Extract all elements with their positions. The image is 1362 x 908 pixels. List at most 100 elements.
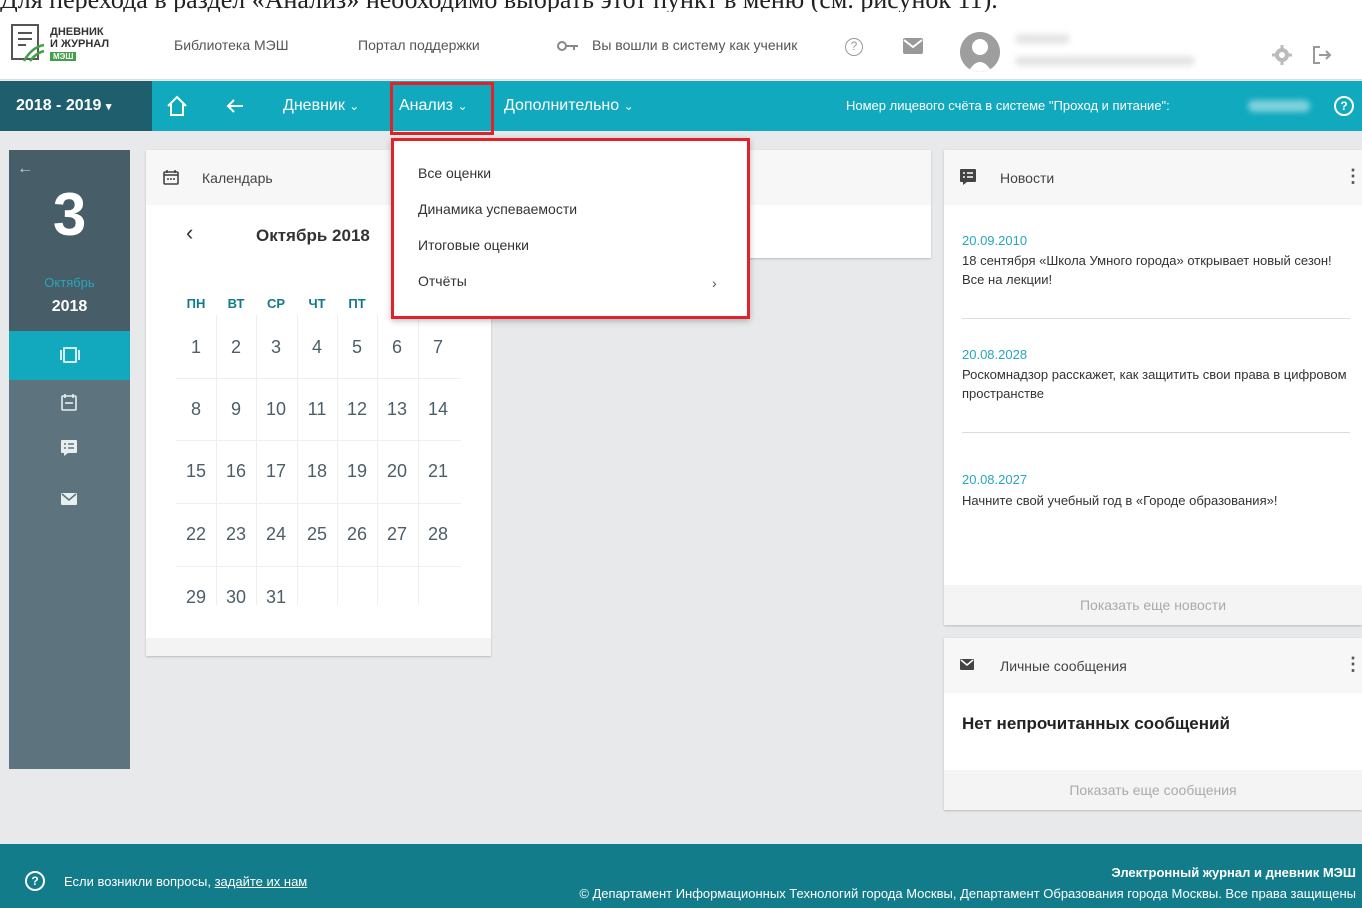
calendar-day[interactable]: 30: [216, 587, 256, 608]
calendar-day[interactable]: 27: [377, 524, 417, 545]
menu-item-performance-dynamics[interactable]: Динамика успеваемости: [418, 201, 577, 217]
news-icon: [960, 169, 976, 185]
gear-icon[interactable]: [1272, 45, 1292, 65]
nav-diary[interactable]: Дневник ⌄: [283, 81, 359, 131]
year-selector[interactable]: 2018 - 2019 ▾: [0, 81, 152, 131]
mail-icon: [960, 659, 974, 670]
footer-question-text: Если возникли вопросы,: [64, 874, 211, 889]
more-news-button[interactable]: Показать еще новости: [944, 585, 1362, 625]
menu-item-reports[interactable]: Отчёты: [418, 273, 467, 289]
more-messages-button[interactable]: Показать еще сообщения: [944, 770, 1362, 810]
avatar[interactable]: [960, 32, 1000, 72]
calendar-day[interactable]: 15: [176, 461, 216, 482]
weekday-label: ЧТ: [308, 296, 326, 311]
menu-item-final-grades[interactable]: Итоговые оценки: [418, 237, 529, 253]
calendar-day[interactable]: 29: [176, 587, 216, 608]
menu-item-all-grades[interactable]: Все оценки: [418, 165, 491, 181]
calendar-day[interactable]: 13: [377, 399, 417, 420]
calendar-title: Календарь: [202, 170, 273, 186]
calendar-day[interactable]: 17: [256, 461, 296, 482]
sidebar-month: Октябрь: [44, 275, 95, 290]
calendar-day[interactable]: 26: [337, 524, 377, 545]
calendar-day[interactable]: 21: [418, 461, 458, 482]
calendar-day[interactable]: 5: [337, 337, 377, 358]
calendar-day[interactable]: 6: [377, 337, 417, 358]
logo[interactable]: ДНЕВНИК И ЖУРНАЛ МЭШ: [10, 23, 140, 63]
calendar-day[interactable]: 2: [216, 337, 256, 358]
help-icon[interactable]: ?: [845, 38, 863, 56]
news-icon[interactable]: [61, 440, 77, 456]
weekday-label: ПН: [186, 296, 206, 311]
schedule-icon: [60, 347, 80, 363]
analysis-dropdown-menu: Все оценки Динамика успеваемости Итоговы…: [391, 138, 750, 319]
calendar-day[interactable]: 12: [337, 399, 377, 420]
news-title: Новости: [1000, 170, 1055, 186]
collapse-arrow-icon[interactable]: ←: [17, 160, 33, 178]
calendar-day[interactable]: 4: [297, 337, 337, 358]
calendar-day[interactable]: 20: [377, 461, 417, 482]
calendar-day[interactable]: 7: [418, 337, 458, 358]
nav-additional[interactable]: Дополнительно ⌄: [504, 81, 634, 131]
calendar-day[interactable]: 19: [337, 461, 377, 482]
calendar-day[interactable]: 9: [216, 399, 256, 420]
calendar-day[interactable]: 8: [176, 399, 216, 420]
year-label: 2018 - 2019: [16, 97, 102, 114]
analysis-highlight-frame: [390, 82, 494, 135]
news-text[interactable]: 18 сентября «Школа Умного города» открыв…: [962, 251, 1357, 289]
library-link[interactable]: Библиотека МЭШ: [174, 37, 289, 53]
calendar-day[interactable]: 18: [297, 461, 337, 482]
more-vert-icon[interactable]: ⋮: [1344, 166, 1362, 187]
sidebar-day: 3: [52, 181, 87, 248]
news-text[interactable]: Роскомнадзор расскажет, как защитить сво…: [962, 365, 1357, 403]
calendar-day[interactable]: 10: [256, 399, 296, 420]
user-name-blurred: [1015, 34, 1070, 44]
calendar-month-label: Октябрь 2018: [256, 226, 370, 245]
calendar-day[interactable]: 31: [256, 587, 296, 608]
prev-month-icon[interactable]: ‹: [186, 220, 193, 246]
calendar-day[interactable]: 1: [176, 337, 216, 358]
page-footer: ? Если возникли вопросы, задайте их нам …: [0, 844, 1362, 908]
back-arrow-icon[interactable]: [226, 97, 244, 115]
more-vert-icon[interactable]: ⋮: [1344, 654, 1362, 675]
account-number-label: Номер лицевого счёта в системе "Проход и…: [846, 98, 1170, 113]
news-date: 20.08.2027: [962, 472, 1028, 487]
calendar-day[interactable]: 25: [297, 524, 337, 545]
footer-copyright: © Департамент Информационных Технологий …: [579, 886, 1356, 901]
calendar-day[interactable]: 16: [216, 461, 256, 482]
login-status: Вы вошли в систему как ученик: [592, 37, 798, 53]
weekday-label: ПТ: [348, 296, 366, 311]
home-icon[interactable]: [166, 95, 188, 117]
calendar-day[interactable]: 11: [297, 399, 337, 420]
weekday-label: ВТ: [227, 296, 245, 311]
sidebar-date-block: ← 3 Октябрь 2018: [9, 150, 130, 331]
calendar-day[interactable]: 24: [256, 524, 296, 545]
sidebar-item-schedule[interactable]: [9, 331, 130, 380]
news-date: 20.09.2010: [962, 233, 1028, 248]
user-school-blurred: [1015, 56, 1195, 66]
calendar-day[interactable]: 14: [418, 399, 458, 420]
nav-additional-label: Дополнительно: [504, 97, 620, 114]
mail-icon[interactable]: [61, 493, 77, 505]
weekday-label: СР: [266, 296, 286, 311]
sidebar-year: 2018: [51, 298, 88, 315]
calendar-day[interactable]: 28: [418, 524, 458, 545]
mail-icon[interactable]: [903, 38, 923, 54]
logout-icon[interactable]: [1312, 45, 1332, 65]
user-avatar-icon: [960, 32, 1000, 72]
logo-icon: [11, 24, 45, 62]
account-number-blurred: [1248, 100, 1310, 112]
calendar-day[interactable]: 22: [176, 524, 216, 545]
footer-question: Если возникли вопросы, задайте их нам: [64, 874, 307, 889]
support-link[interactable]: Портал поддержки: [358, 37, 480, 53]
news-date: 20.08.2028: [962, 347, 1028, 362]
calendar-icon[interactable]: [61, 393, 77, 411]
chevron-down-icon: ⌄: [349, 99, 360, 113]
chevron-down-icon: ⌄: [623, 99, 634, 113]
calendar-day[interactable]: 3: [256, 337, 296, 358]
main-navbar: 2018 - 2019 ▾ Дневник ⌄ Анализ ⌄ Дополни…: [0, 81, 1362, 131]
ask-us-link[interactable]: задайте их нам: [215, 874, 308, 889]
calendar-day[interactable]: 23: [216, 524, 256, 545]
help-icon[interactable]: ?: [1334, 96, 1354, 116]
help-icon[interactable]: ?: [25, 871, 45, 891]
news-text[interactable]: Начните свой учебный год в «Городе образ…: [962, 491, 1357, 510]
